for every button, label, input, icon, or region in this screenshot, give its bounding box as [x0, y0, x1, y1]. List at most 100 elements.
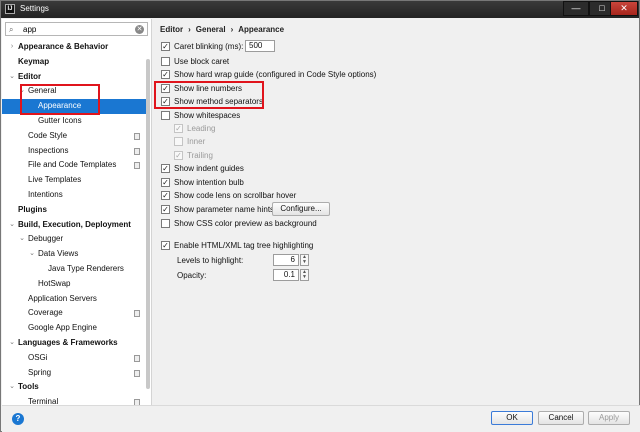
block-caret-checkbox[interactable]: [161, 57, 170, 66]
param-hints-checkbox[interactable]: ✓: [161, 205, 170, 214]
code-lens-checkbox[interactable]: ✓: [161, 191, 170, 200]
whitespaces-label: Show whitespaces: [174, 111, 241, 120]
help-icon[interactable]: ?: [12, 413, 24, 425]
expand-arrow-icon[interactable]: ⌄: [8, 218, 16, 233]
tree-item[interactable]: Google App Engine: [2, 321, 150, 336]
tree-item[interactable]: Spring: [2, 366, 150, 381]
apply-button[interactable]: Apply: [588, 411, 630, 425]
code-lens-label: Show code lens on scrollbar hover: [174, 191, 297, 200]
tree-item[interactable]: ⌄ Data Views: [2, 247, 150, 262]
tree-item-label: Data Views: [38, 249, 79, 259]
tree-item[interactable]: ⌄ Debugger: [2, 232, 150, 247]
close-button[interactable]: ✕: [610, 1, 638, 16]
clear-search-icon[interactable]: ✕: [135, 25, 144, 34]
tree-item-label: Tools: [18, 382, 39, 392]
tree-item[interactable]: Keymap: [2, 55, 150, 70]
tree-item-label: Java Type Renderers: [48, 263, 124, 273]
tree-item[interactable]: Application Servers: [2, 292, 150, 307]
html-xml-highlight-checkbox[interactable]: ✓: [161, 241, 170, 250]
tree-item[interactable]: ⌄ Tools: [2, 380, 150, 395]
tree-item-label: Application Servers: [28, 293, 97, 303]
trailing-checkbox[interactable]: ✓: [174, 151, 183, 160]
title-bar[interactable]: IJ Settings — □ ✕: [1, 1, 639, 18]
expand-arrow-icon[interactable]: ⌄: [18, 232, 26, 247]
breadcrumb-appearance: Appearance: [238, 25, 285, 34]
tree-item-label: HotSwap: [38, 278, 71, 288]
tree-item-label: Gutter Icons: [38, 115, 82, 125]
leading-checkbox[interactable]: ✓: [174, 124, 183, 133]
tree-item[interactable]: Inspections: [2, 144, 150, 159]
indent-guides-checkbox[interactable]: ✓: [161, 164, 170, 173]
tree-item-label: Spring: [28, 367, 52, 377]
whitespaces-checkbox[interactable]: [161, 111, 170, 120]
project-scope-icon: [134, 147, 140, 155]
trailing-label: Trailing: [187, 151, 213, 160]
levels-input[interactable]: 6: [273, 254, 299, 266]
line-numbers-label: Show line numbers: [174, 84, 243, 93]
configure-button[interactable]: Configure...: [272, 202, 330, 216]
caret-blinking-checkbox[interactable]: ✓: [161, 42, 170, 51]
breadcrumb: Editor › General › Appearance: [160, 25, 289, 34]
ok-button[interactable]: OK: [491, 411, 533, 425]
tree-item[interactable]: Java Type Renderers: [2, 262, 150, 277]
opacity-input[interactable]: 0.1: [273, 269, 299, 281]
window-title: Settings: [20, 4, 49, 13]
settings-tree-panel: ⌕ ✕ ›Appearance & BehaviorKeymap⌄Editor⌄…: [2, 19, 152, 405]
breadcrumb-separator: ›: [230, 25, 234, 34]
intention-bulb-label: Show intention bulb: [174, 178, 244, 187]
spin-down-icon[interactable]: ▼: [301, 275, 308, 280]
tree-item[interactable]: ⌄ General: [2, 84, 150, 99]
tree-item[interactable]: Gutter Icons: [2, 114, 150, 129]
tree-item-label: Coverage: [28, 308, 63, 318]
tree-item[interactable]: OSGi: [2, 351, 150, 366]
tree-item[interactable]: Live Templates: [2, 173, 150, 188]
levels-spinner[interactable]: ▲ ▼: [300, 254, 309, 266]
expand-arrow-icon[interactable]: ⌄: [8, 70, 16, 85]
hard-wrap-checkbox[interactable]: ✓: [161, 70, 170, 79]
expand-arrow-icon[interactable]: ⌄: [8, 336, 16, 351]
param-hints-label: Show parameter name hints: [174, 205, 275, 214]
project-scope-icon: [134, 162, 140, 170]
tree-item[interactable]: Code Style: [2, 129, 150, 144]
opacity-spinner[interactable]: ▲ ▼: [300, 269, 309, 281]
css-color-checkbox[interactable]: [161, 219, 170, 228]
tree-item[interactable]: File and Code Templates: [2, 158, 150, 173]
tree-item[interactable]: Terminal: [2, 395, 150, 405]
tree-item[interactable]: Appearance: [2, 99, 150, 114]
tree-item[interactable]: Plugins: [2, 203, 150, 218]
tree-item[interactable]: ⌄ Build, Execution, Deployment: [2, 218, 150, 233]
spin-down-icon[interactable]: ▼: [301, 260, 308, 265]
tree-item[interactable]: Intentions: [2, 188, 150, 203]
levels-label: Levels to highlight:: [177, 256, 244, 265]
css-color-label: Show CSS color preview as background: [174, 219, 317, 228]
tree-item-label: Inspections: [28, 145, 69, 155]
tree-item[interactable]: HotSwap: [2, 277, 150, 292]
cancel-button[interactable]: Cancel: [538, 411, 584, 425]
tree-item-label: Editor: [18, 71, 42, 81]
line-numbers-checkbox[interactable]: ✓: [161, 84, 170, 93]
leading-label: Leading: [187, 124, 216, 133]
tree-item[interactable]: Coverage: [2, 306, 150, 321]
intellij-icon: IJ: [5, 4, 15, 14]
expand-arrow-icon[interactable]: ⌄: [8, 380, 16, 395]
search-box[interactable]: ⌕ ✕: [5, 22, 148, 36]
inner-checkbox[interactable]: [174, 137, 183, 146]
expand-arrow-icon[interactable]: ⌄: [18, 84, 26, 99]
tree-item[interactable]: ⌄ Editor: [2, 70, 150, 85]
dialog-footer: ? OK Cancel Apply: [2, 405, 640, 432]
expand-arrow-icon[interactable]: ›: [8, 40, 16, 55]
tree-scrollbar[interactable]: [146, 59, 150, 389]
opacity-label: Opacity:: [177, 271, 207, 280]
tree-item-label: Plugins: [18, 204, 47, 214]
expand-arrow-icon[interactable]: ⌄: [28, 247, 36, 262]
tree-item-label: Build, Execution, Deployment: [18, 219, 131, 229]
method-separators-checkbox[interactable]: ✓: [161, 97, 170, 106]
caret-blinking-input[interactable]: 500: [245, 40, 275, 52]
minimize-button[interactable]: —: [563, 1, 589, 16]
tree-item-label: Appearance: [38, 101, 82, 111]
search-input[interactable]: [23, 24, 133, 35]
tree-item[interactable]: ⌄ Languages & Frameworks: [2, 336, 150, 351]
tree-item[interactable]: › Appearance & Behavior: [2, 40, 150, 55]
html-xml-highlight-label: Enable HTML/XML tag tree highlighting: [174, 241, 314, 250]
intention-bulb-checkbox[interactable]: ✓: [161, 178, 170, 187]
